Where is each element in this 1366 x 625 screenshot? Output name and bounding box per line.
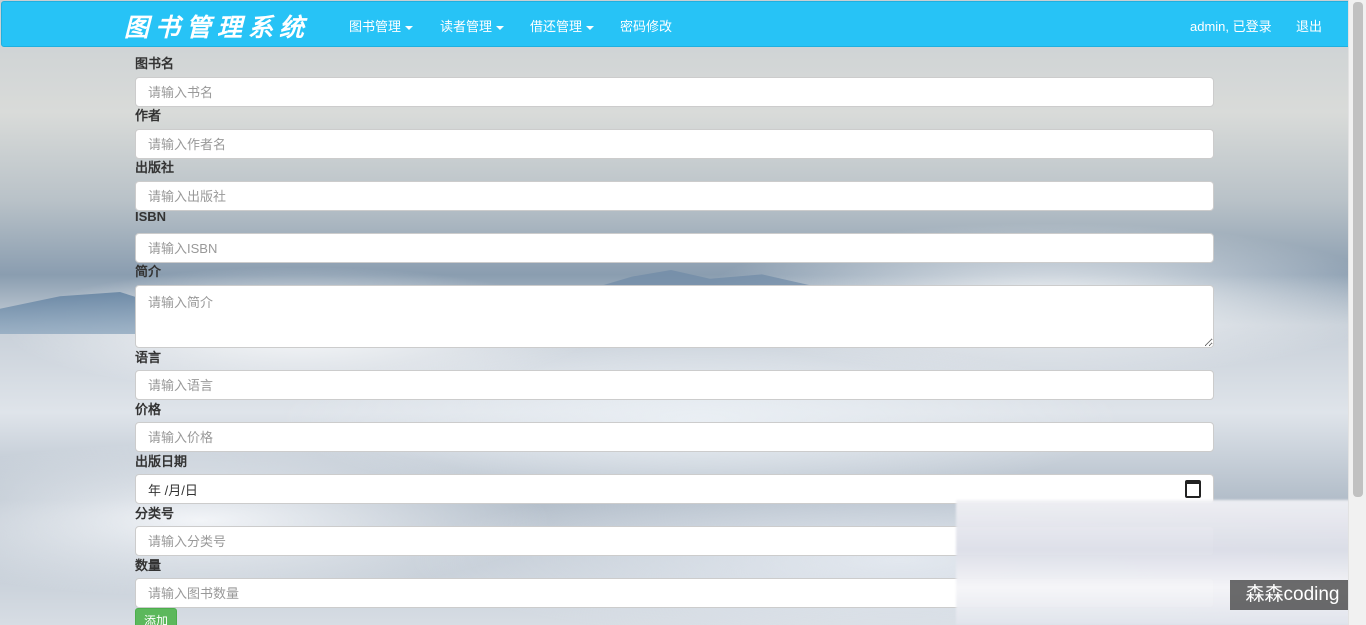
publisher-input[interactable] — [135, 181, 1214, 211]
title-label: 图书名 — [135, 56, 175, 71]
nav-borrow-management-label: 借还管理 — [530, 19, 583, 34]
language-label: 语言 — [135, 350, 162, 365]
chevron-down-icon — [405, 25, 414, 30]
nav-reader-management[interactable]: 读者管理 — [440, 16, 505, 35]
nav-password-change[interactable]: 密码修改 — [620, 16, 672, 35]
intro-textarea[interactable] — [135, 285, 1214, 348]
top-navbar: 图书管理系统 图书管理 读者管理 借还管理 密码修改 admin, 已登录 退出 — [1, 1, 1351, 47]
logout-link[interactable]: 退出 — [1296, 16, 1322, 35]
brand-logo[interactable]: 图书管理系统 — [124, 8, 310, 44]
author-label: 作者 — [135, 108, 162, 123]
language-input[interactable] — [135, 370, 1214, 400]
nav-password-change-label: 密码修改 — [620, 19, 673, 34]
publisher-label: 出版社 — [135, 160, 175, 175]
chevron-down-icon — [586, 25, 595, 30]
publish-date-label: 出版日期 — [135, 454, 188, 469]
calendar-icon[interactable] — [1185, 480, 1201, 498]
chevron-down-icon — [496, 25, 505, 30]
nav-book-management[interactable]: 图书管理 — [349, 16, 414, 35]
nav-borrow-management[interactable]: 借还管理 — [530, 16, 595, 35]
author-input[interactable] — [135, 129, 1214, 159]
publish-date-value: 年 /月/日 — [148, 482, 198, 498]
price-input[interactable] — [135, 422, 1214, 452]
nav-reader-management-label: 读者管理 — [440, 19, 493, 34]
nav-book-management-label: 图书管理 — [349, 19, 402, 34]
isbn-label: ISBN — [135, 209, 167, 224]
add-button[interactable]: 添加 — [135, 608, 177, 625]
title-input[interactable] — [135, 77, 1214, 107]
intro-label: 简介 — [135, 264, 162, 279]
classification-label: 分类号 — [135, 506, 175, 521]
scrollbar-thumb[interactable] — [1353, 2, 1363, 497]
price-label: 价格 — [135, 402, 162, 417]
isbn-input[interactable] — [135, 233, 1214, 263]
page-scrollbar[interactable] — [1348, 0, 1366, 625]
watermark: 森森coding — [1230, 580, 1355, 610]
quantity-label: 数量 — [135, 558, 162, 573]
user-status[interactable]: admin, 已登录 — [1190, 16, 1272, 35]
